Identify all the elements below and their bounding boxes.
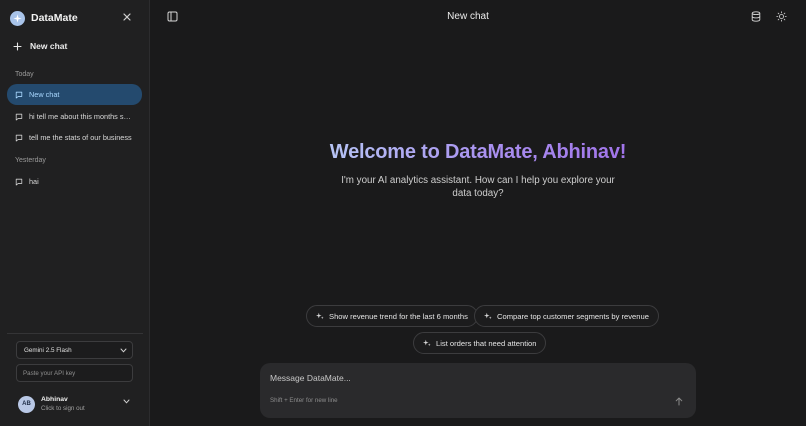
sparkle-icon (484, 312, 492, 320)
chat-bubble-icon (15, 134, 23, 141)
close-sidebar-button[interactable] (121, 11, 133, 23)
suggestion-label: List orders that need attention (436, 338, 537, 348)
composer-hint: Shift + Enter for new line (270, 397, 338, 404)
new-chat-label: New chat (30, 41, 68, 51)
section-label-today: Today (15, 71, 34, 78)
sidebar: DataMate New chat Today New chat hi tell… (0, 0, 150, 426)
chat-bubble-icon (15, 178, 23, 185)
chat-item-hai[interactable]: hai (7, 171, 142, 192)
welcome-heading: Welcome to DataMate, Abhinav! (300, 141, 656, 164)
app-name: DataMate (31, 12, 78, 24)
chat-bubble-icon (15, 91, 23, 98)
chat-bubble-icon (15, 113, 23, 120)
chat-item-stats[interactable]: tell me the stats of our business (7, 127, 142, 148)
page-title: New chat (447, 11, 489, 22)
plus-icon (13, 41, 22, 51)
user-name: Abhinav (41, 396, 68, 403)
suggestion-revenue-trend[interactable]: Show revenue trend for the last 6 months (306, 305, 478, 327)
theme-toggle-button[interactable] (776, 11, 788, 23)
database-button[interactable] (751, 11, 762, 22)
send-button[interactable] (673, 395, 685, 407)
close-icon (123, 13, 131, 21)
section-label-yesterday: Yesterday (15, 157, 46, 164)
message-composer: Shift + Enter for new line (260, 363, 696, 418)
api-key-input[interactable] (16, 364, 133, 382)
avatar: AB (18, 395, 35, 413)
toggle-sidebar-button[interactable] (167, 11, 179, 23)
chat-item-sales[interactable]: hi tell me about this months sal... (7, 106, 142, 127)
sign-out-hint: Click to sign out (41, 405, 85, 412)
chat-item-new-chat[interactable]: New chat (7, 84, 142, 105)
chat-item-label: hi tell me about this months sal... (29, 112, 133, 121)
welcome-subtitle: I'm your AI analytics assistant. How can… (341, 175, 615, 199)
chat-item-label: tell me the stats of our business (29, 133, 132, 142)
suggestion-customer-segments[interactable]: Compare top customer segments by revenue (474, 305, 659, 327)
arrow-up-icon (675, 397, 683, 405)
model-select-value: Gemini 2.5 Flash (24, 346, 72, 354)
message-input[interactable] (270, 372, 570, 384)
sparkle-icon (10, 10, 25, 26)
suggestion-label: Compare top customer segments by revenue (497, 311, 649, 321)
sun-icon (776, 11, 787, 22)
sparkle-icon (316, 312, 324, 320)
chat-item-label: hai (29, 177, 39, 186)
sidebar-divider (7, 333, 143, 334)
new-chat-button[interactable]: New chat (13, 39, 67, 53)
brand[interactable]: DataMate (10, 10, 78, 26)
sparkle-icon (423, 339, 431, 347)
chevron-down-icon (123, 399, 130, 404)
suggestion-orders-attention[interactable]: List orders that need attention (413, 332, 547, 354)
suggestion-label: Show revenue trend for the last 6 months (329, 311, 468, 321)
chevron-down-icon (120, 348, 127, 353)
model-select[interactable]: Gemini 2.5 Flash (16, 341, 133, 359)
sidebar-toggle-icon (167, 11, 178, 22)
user-profile[interactable]: AB Abhinav Click to sign out (18, 393, 134, 415)
chat-item-label: New chat (29, 90, 60, 99)
database-icon (751, 11, 761, 22)
